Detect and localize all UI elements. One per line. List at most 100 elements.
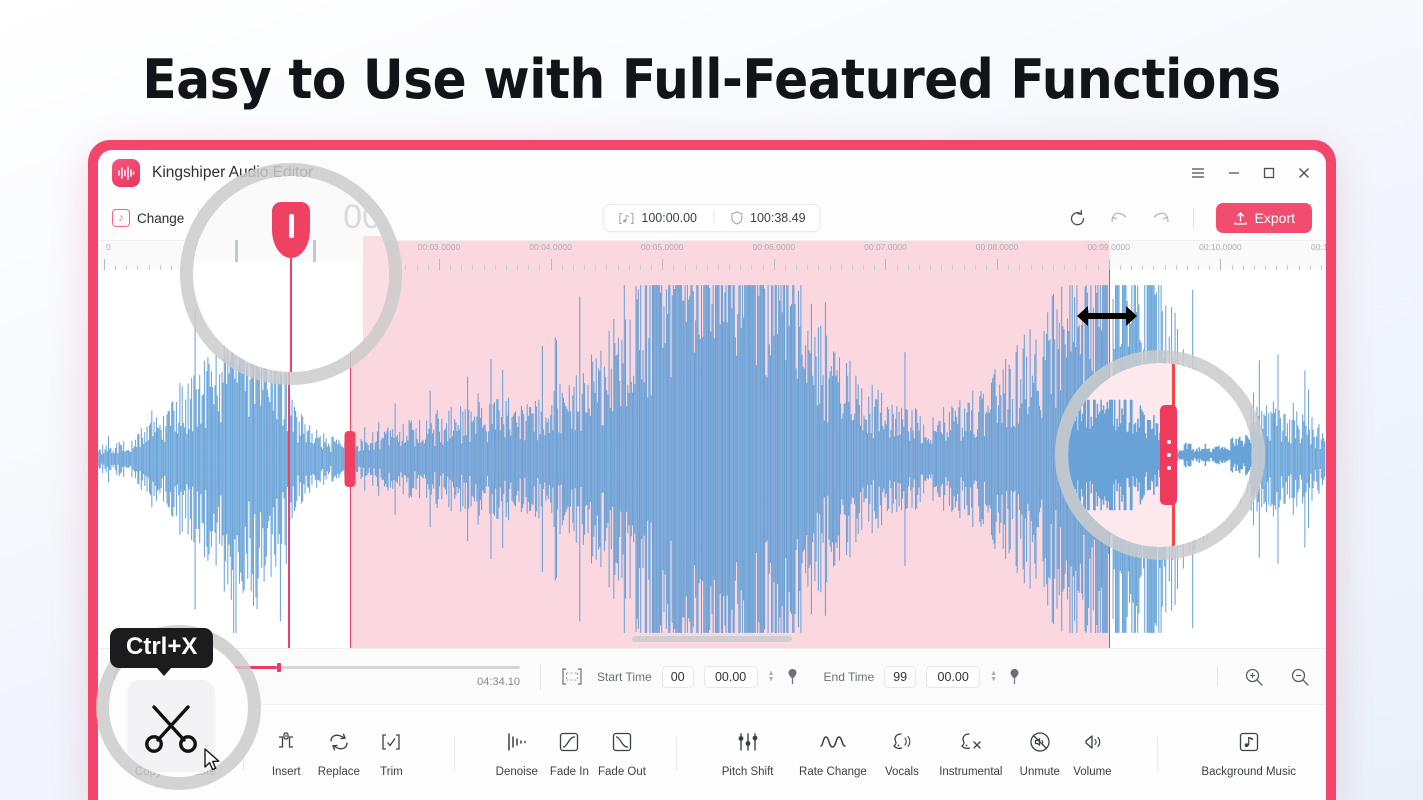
function-label: Vocals: [884, 766, 919, 778]
music-note-icon: ♪: [112, 209, 130, 227]
ruler-tick: [662, 259, 664, 270]
function-replace[interactable]: Replace: [313, 729, 366, 778]
function-rate-change[interactable]: Rate Change: [790, 729, 875, 778]
beat-icon: [618, 212, 634, 225]
minimize-icon[interactable]: [1226, 165, 1242, 181]
stop-icon[interactable]: [114, 665, 136, 688]
denoise-icon: [504, 729, 530, 755]
refresh-icon[interactable]: [1068, 209, 1087, 228]
end-seconds-field[interactable]: 00.00: [926, 665, 981, 688]
function-fade-out[interactable]: Fade Out: [596, 729, 649, 778]
function-fade-in[interactable]: Fade In: [543, 729, 596, 778]
change-button-label: Change: [137, 210, 185, 226]
time-info-pill: 100:00.00 100:38.49: [603, 204, 821, 232]
function-label: Copy: [134, 766, 162, 778]
unmute-icon: [1027, 729, 1053, 755]
page-title: Easy to Use with Full-Featured Functions: [142, 48, 1281, 111]
end-time-group: End Time 99 00.00 ▲ ▼: [823, 665, 1021, 688]
toolbar-right-divider: [1192, 208, 1194, 228]
audio-waveform: [98, 285, 1326, 633]
app-title: Kingshiper Audio Editor: [152, 164, 314, 181]
transport-divider: [540, 663, 541, 690]
function-label: Rate Change: [799, 766, 867, 778]
playhead[interactable]: [288, 270, 290, 648]
change-button[interactable]: ♪ Change: [112, 209, 184, 227]
title-bar: Kingshiper Audio Editor: [98, 150, 1326, 196]
function-pitch-shift[interactable]: Pitch Shift: [705, 729, 790, 778]
duration-readout[interactable]: 100:38.49: [730, 211, 806, 225]
zoom-out-icon[interactable]: [1290, 667, 1310, 687]
function-label: Fade In: [549, 766, 589, 778]
function-label: Replace: [317, 766, 360, 778]
instrumental-icon: [958, 729, 984, 755]
redo-icon[interactable]: [1151, 209, 1171, 227]
function-divider: [453, 736, 455, 771]
background-music-icon: [1237, 729, 1261, 755]
tempo-value: 100:00.00: [641, 211, 697, 225]
maximize-icon[interactable]: [1262, 166, 1276, 180]
copy-icon: [136, 729, 160, 755]
volume-icon: [1079, 729, 1105, 755]
fade-in-icon: [557, 729, 581, 755]
selection-range-icon[interactable]: [561, 667, 583, 686]
function-label: Fade Out: [598, 766, 646, 778]
function-divider: [243, 736, 244, 771]
shield-icon: [730, 211, 743, 225]
toolbar-divider: [198, 208, 200, 228]
fade-out-icon: [610, 729, 634, 755]
function-label: Instrumental: [939, 766, 1003, 778]
ruler-label: 0: [106, 242, 111, 252]
function-background-music[interactable]: Background Music: [1195, 729, 1302, 778]
current-time: 01:10.30: [152, 675, 195, 688]
ruler-tick: [104, 259, 105, 270]
export-button-label: Export: [1254, 210, 1295, 226]
vocals-icon: [889, 729, 915, 755]
start-minutes-field[interactable]: 00: [661, 665, 694, 688]
function-instrumental[interactable]: Instrumental: [928, 729, 1013, 778]
function-label: Insert: [271, 766, 301, 778]
function-vocals[interactable]: Vocals: [876, 729, 929, 778]
start-time-stepper[interactable]: ▲ ▼: [768, 670, 775, 683]
menu-icon[interactable]: [1190, 165, 1206, 181]
undo-icon[interactable]: [1109, 209, 1129, 227]
ruler-label: 00:10.0000: [1199, 242, 1242, 252]
toolbar-right-group: Export: [1068, 203, 1312, 233]
function-unmute[interactable]: Unmute: [1013, 729, 1066, 778]
ruler-tick: [215, 259, 217, 270]
function-denoise[interactable]: Denoise: [490, 729, 543, 778]
zoom-divider: [1217, 666, 1218, 687]
close-icon[interactable]: [1296, 165, 1312, 181]
window-controls: [1190, 165, 1312, 181]
seek-knob[interactable]: [277, 662, 282, 672]
export-button[interactable]: Export: [1215, 203, 1312, 233]
start-seconds-field[interactable]: 00.00: [703, 665, 758, 688]
ruler-label: 00:06.0000: [752, 242, 796, 252]
end-minutes-field[interactable]: 99: [884, 665, 917, 688]
ruler-tick: [550, 259, 552, 270]
horizontal-scrollbar[interactable]: [632, 636, 792, 642]
function-divider: [1156, 736, 1158, 771]
end-time-label: End Time: [823, 669, 875, 684]
function-insert[interactable]: Insert: [260, 729, 313, 778]
mouse-cursor-icon: [204, 748, 221, 777]
timeline-ruler[interactable]: 0 00:01.0000 00:02.0000 00:03.0000 00:04.000…: [98, 240, 1326, 270]
ruler-tick: [327, 259, 329, 270]
ruler-label: 00:03.0000: [417, 242, 461, 252]
function-label: Unmute: [1019, 766, 1060, 778]
function-volume[interactable]: Volume: [1066, 729, 1119, 778]
zoom-in-icon[interactable]: [1244, 667, 1264, 687]
seek-bar[interactable]: 01:10.30 04:34.10: [152, 662, 520, 688]
toolbar: ♪ Change 100:00.00 100:38.49 Export: [98, 196, 1326, 240]
function-copy[interactable]: Copy: [122, 729, 175, 778]
start-time-group: Start Time 00 00.00 ▲ ▼: [597, 665, 798, 688]
waveform-canvas[interactable]: [98, 270, 1326, 648]
tempo-readout[interactable]: 100:00.00: [618, 211, 697, 225]
end-marker-pin-icon[interactable]: [1009, 668, 1020, 685]
shortcut-chip: Ctrl+X: [110, 628, 214, 676]
end-time-stepper[interactable]: ▲ ▼: [990, 670, 997, 683]
start-marker-pin-icon[interactable]: [787, 668, 798, 685]
ruler-label: 00:08.0000: [975, 242, 1019, 252]
function-trim[interactable]: Trim: [365, 729, 418, 778]
function-label: Pitch Shift: [721, 766, 774, 778]
selection-start-handle[interactable]: [344, 431, 356, 487]
